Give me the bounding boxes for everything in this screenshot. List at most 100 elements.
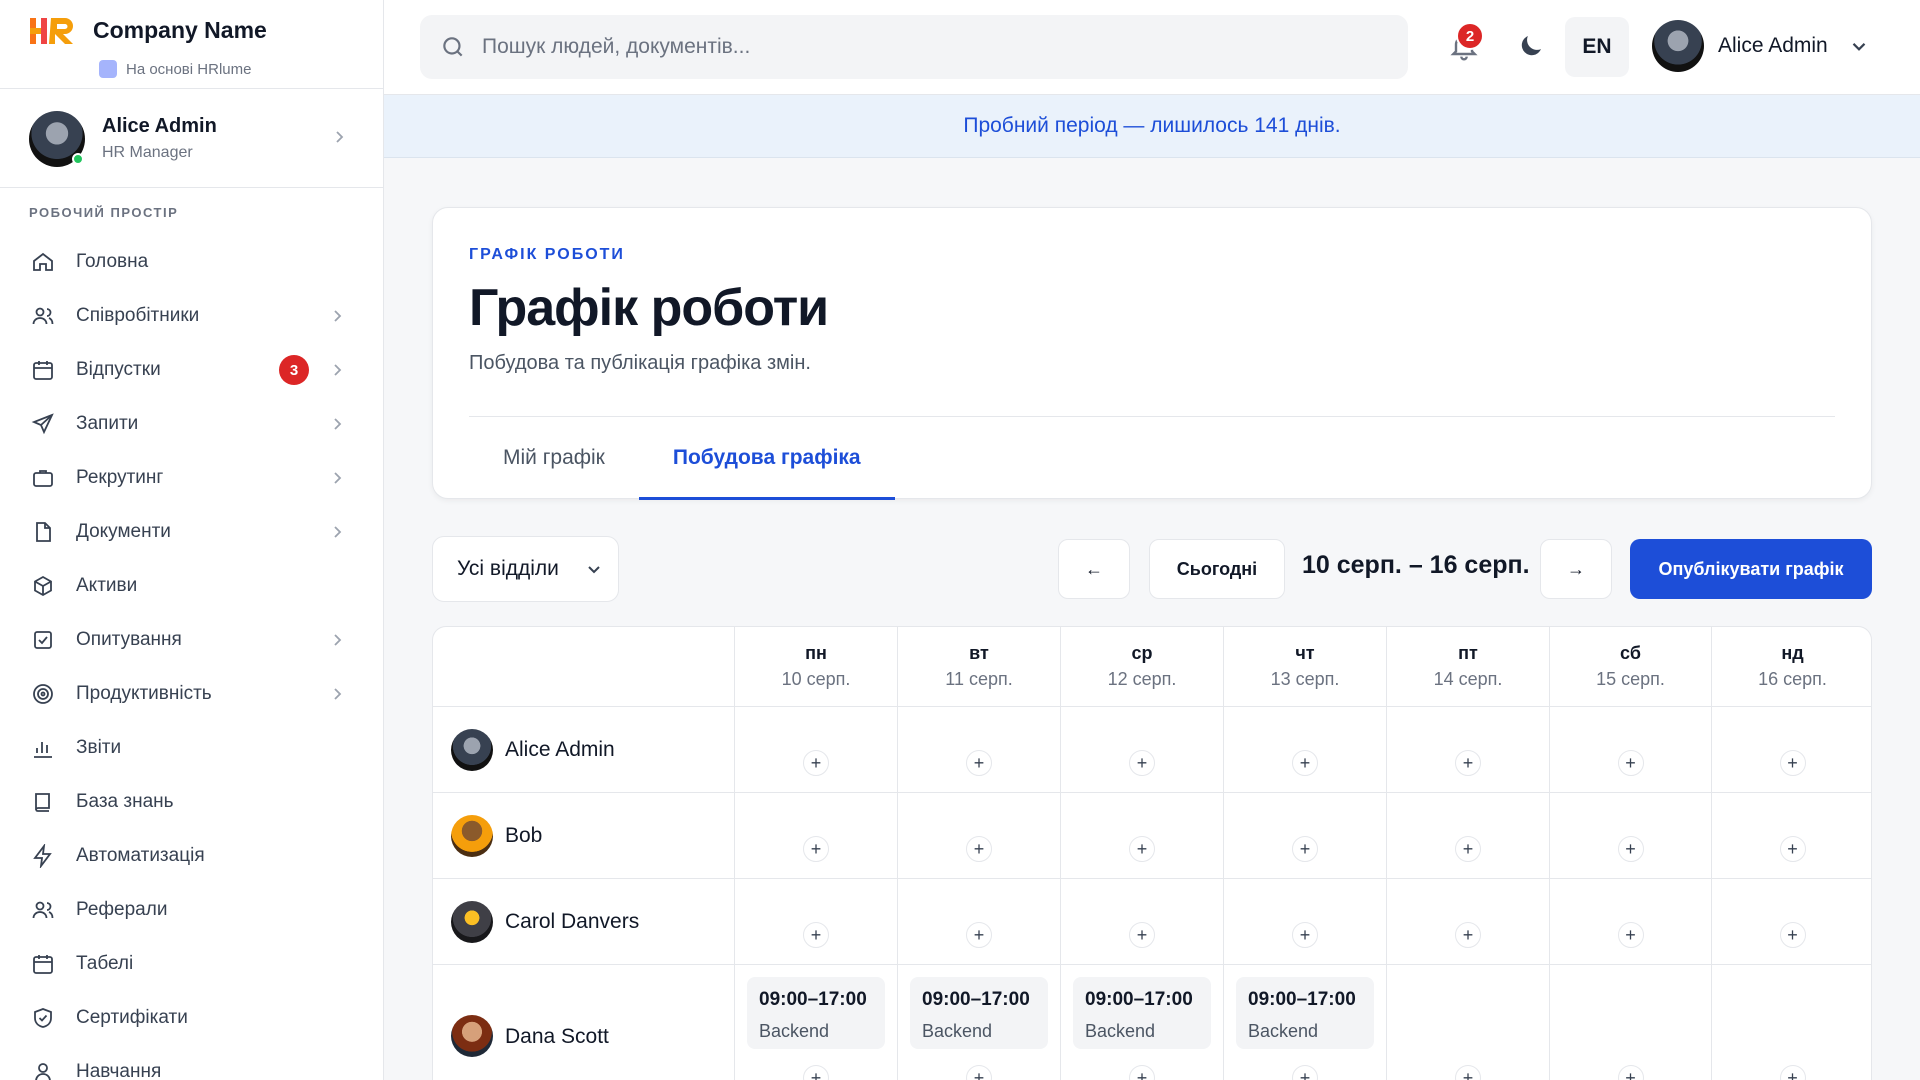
shift-cell[interactable]: + [1549, 793, 1711, 878]
week-range: 10 серп. – 16 серп. [1302, 551, 1530, 579]
sidebar-item-vacations[interactable]: Відпустки 3 [0, 343, 383, 397]
add-shift-button[interactable]: + [1292, 836, 1318, 862]
shift-cell[interactable]: + [1386, 707, 1549, 792]
sidebar-item-performance[interactable]: Продуктивність [0, 667, 383, 721]
company-logo-icon[interactable] [29, 15, 77, 47]
shift-block[interactable]: 09:00–17:00 Backend [910, 977, 1048, 1049]
shift-cell[interactable]: + [1549, 965, 1711, 1080]
add-shift-button[interactable]: + [966, 750, 992, 776]
add-shift-button[interactable]: + [1779, 836, 1806, 862]
user-menu[interactable]: Alice Admin [1652, 20, 1870, 72]
shift-cell[interactable]: + [1060, 879, 1223, 964]
shift-block[interactable]: 09:00–17:00 Backend [1073, 977, 1211, 1049]
add-shift-button[interactable]: + [1617, 836, 1644, 862]
user-card[interactable]: Alice Admin HR Manager [0, 89, 383, 188]
add-shift-button[interactable]: + [1129, 1065, 1155, 1080]
shift-cell[interactable]: + [897, 707, 1060, 792]
language-switcher[interactable]: EN [1565, 17, 1629, 77]
sidebar-item-employees[interactable]: Співробітники [0, 289, 383, 343]
sidebar-item-requests[interactable]: Запити [0, 397, 383, 451]
add-shift-button[interactable]: + [1129, 836, 1155, 862]
shift-cell[interactable]: + [1223, 707, 1386, 792]
shift-time: 09:00–17:00 [1248, 989, 1356, 1010]
add-shift-button[interactable]: + [966, 922, 992, 948]
avatar [451, 1015, 493, 1057]
page-subtitle: Побудова та публікація графіка змін. [469, 352, 811, 374]
sidebar-item-assets[interactable]: Активи [0, 559, 383, 613]
add-shift-button[interactable]: + [803, 750, 829, 776]
publish-schedule-button[interactable]: Опублікувати графік [1630, 539, 1872, 599]
prev-week-button[interactable]: ← [1058, 539, 1130, 599]
add-shift-button[interactable]: + [1455, 750, 1481, 776]
box-icon [30, 573, 56, 599]
next-week-button[interactable]: → [1540, 539, 1612, 599]
sidebar-item-knowledge-base[interactable]: База знань [0, 775, 383, 829]
shift-cell[interactable]: + [734, 879, 897, 964]
add-shift-button[interactable]: + [1129, 750, 1155, 776]
add-shift-button[interactable]: + [1292, 1065, 1318, 1080]
add-shift-button[interactable]: + [1779, 750, 1806, 776]
tab-my-schedule[interactable]: Мій графік [469, 417, 639, 499]
add-shift-button[interactable]: + [1455, 1065, 1481, 1080]
shift-cell[interactable]: + [897, 793, 1060, 878]
shift-cell[interactable]: + [1549, 879, 1711, 964]
shift-cell[interactable]: + [1060, 707, 1223, 792]
add-shift-button[interactable]: + [966, 836, 992, 862]
sidebar-item-surveys[interactable]: Опитування [0, 613, 383, 667]
sidebar-item-timesheets[interactable]: Табелі [0, 937, 383, 991]
add-shift-button[interactable]: + [1129, 922, 1155, 948]
chevron-right-icon [334, 526, 342, 538]
add-shift-button[interactable]: + [966, 1065, 992, 1080]
shift-cell[interactable]: + [1223, 793, 1386, 878]
search-box[interactable] [420, 15, 1408, 79]
shift-cell[interactable]: + [1711, 707, 1871, 792]
tab-schedule-builder[interactable]: Побудова графіка [638, 417, 895, 500]
add-shift-button[interactable]: + [1617, 750, 1644, 776]
add-shift-button[interactable]: + [1779, 1065, 1806, 1080]
add-shift-button[interactable]: + [1292, 750, 1318, 776]
sidebar-item-training[interactable]: Навчання [0, 1045, 383, 1080]
shift-cell[interactable]: 09:00–17:00 Backend + [734, 965, 897, 1080]
search-input[interactable] [482, 35, 1382, 59]
add-shift-button[interactable]: + [803, 922, 829, 948]
shift-cell[interactable]: + [897, 879, 1060, 964]
shift-block[interactable]: 09:00–17:00 Backend [1236, 977, 1374, 1049]
sidebar-item-documents[interactable]: Документи [0, 505, 383, 559]
shift-cell[interactable]: + [734, 793, 897, 878]
trial-banner: Пробний період — лишилось 141 днів. [384, 95, 1920, 158]
department-select[interactable]: Усі відділи [432, 536, 619, 602]
add-shift-button[interactable]: + [1455, 922, 1481, 948]
sidebar-item-reports[interactable]: Звіти [0, 721, 383, 775]
sidebar-item-home[interactable]: Головна [0, 235, 383, 289]
shift-cell[interactable]: + [734, 707, 897, 792]
shift-cell[interactable]: + [1711, 965, 1871, 1080]
add-shift-button[interactable]: + [803, 836, 829, 862]
moon-icon[interactable] [1516, 31, 1546, 61]
sidebar-item-label: Співробітники [76, 305, 200, 326]
shift-cell[interactable]: + [1386, 793, 1549, 878]
add-shift-button[interactable]: + [803, 1065, 829, 1080]
sidebar-item-certificates[interactable]: Сертифікати [0, 991, 383, 1045]
shift-cell[interactable]: 09:00–17:00 Backend + [1223, 965, 1386, 1080]
add-shift-button[interactable]: + [1617, 922, 1644, 948]
shift-cell[interactable]: + [1386, 965, 1549, 1080]
shift-cell[interactable]: + [1549, 707, 1711, 792]
shift-cell[interactable]: + [1060, 793, 1223, 878]
shift-cell[interactable]: + [1711, 793, 1871, 878]
add-shift-button[interactable]: + [1292, 922, 1318, 948]
today-button[interactable]: Сьогодні [1149, 539, 1285, 599]
add-shift-button[interactable]: + [1455, 836, 1481, 862]
day-column-header: нд 16 серп. [1711, 627, 1871, 707]
shift-cell[interactable]: 09:00–17:00 Backend + [897, 965, 1060, 1080]
shift-cell[interactable]: + [1223, 879, 1386, 964]
sidebar-item-referrals[interactable]: Реферали [0, 883, 383, 937]
sidebar-item-automation[interactable]: Автоматизація [0, 829, 383, 883]
sidebar-item-label: Табелі [76, 953, 134, 974]
sidebar-item-recruiting[interactable]: Рекрутинг [0, 451, 383, 505]
add-shift-button[interactable]: + [1617, 1065, 1644, 1080]
shift-cell[interactable]: + [1711, 879, 1871, 964]
shift-cell[interactable]: + [1386, 879, 1549, 964]
shift-cell[interactable]: 09:00–17:00 Backend + [1060, 965, 1223, 1080]
shift-block[interactable]: 09:00–17:00 Backend [747, 977, 885, 1049]
add-shift-button[interactable]: + [1779, 922, 1806, 948]
